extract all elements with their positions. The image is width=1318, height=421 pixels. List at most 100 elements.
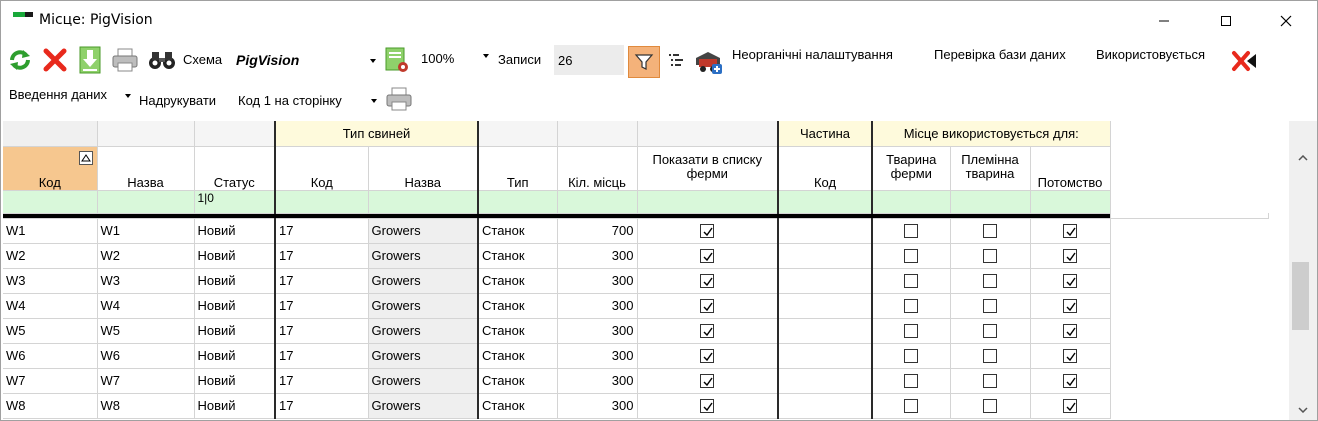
cell-pig-code[interactable]: 17	[274, 293, 369, 319]
checkbox-offspring[interactable]	[1063, 374, 1077, 389]
filter-cell[interactable]	[274, 190, 369, 214]
checkbox-offspring-cell[interactable]	[1030, 293, 1111, 319]
checkbox-offspring-cell[interactable]	[1030, 218, 1111, 244]
checkbox-show-in-farm-list[interactable]	[700, 299, 715, 314]
checkbox-farm-animal[interactable]	[904, 324, 919, 339]
checkbox-breeding-animal[interactable]	[983, 399, 997, 414]
column-header-farm-animal[interactable]: Тварина ферми	[872, 146, 951, 191]
column-header-breeding-animal[interactable]: Племінна тварина	[950, 146, 1031, 191]
filter-cell[interactable]	[557, 190, 638, 214]
cell-type[interactable]: Станок	[478, 293, 558, 319]
checkbox-show-in-farm-list[interactable]	[700, 349, 715, 364]
cell-status[interactable]: Новий	[194, 318, 276, 344]
cell-part-code[interactable]	[778, 268, 873, 294]
cell-type[interactable]: Станок	[478, 268, 558, 294]
cell-part-code[interactable]	[778, 243, 873, 269]
checkbox-show-in-farm-list-cell[interactable]	[637, 368, 779, 394]
filter-cell[interactable]	[950, 190, 1031, 214]
filter-cell[interactable]	[872, 190, 951, 214]
checkbox-farm-animal[interactable]	[904, 274, 919, 289]
checkbox-breeding-animal-cell[interactable]	[950, 293, 1031, 319]
column-header-type[interactable]: Тип	[478, 146, 558, 191]
checkbox-farm-animal-cell[interactable]	[872, 243, 951, 269]
cell-code[interactable]: W8	[3, 393, 98, 419]
cell-places[interactable]: 700	[557, 218, 638, 244]
filter-cell[interactable]	[478, 190, 558, 214]
column-header-status[interactable]: Статус	[194, 146, 276, 191]
checkbox-breeding-animal[interactable]	[983, 349, 997, 364]
checkbox-offspring-cell[interactable]	[1030, 243, 1111, 269]
cell-code[interactable]: W1	[3, 218, 98, 244]
cell-places[interactable]: 300	[557, 393, 638, 419]
table-row[interactable]: W1 W1 Новий 17 Growers Станок 700	[3, 218, 1268, 244]
cell-code[interactable]: W7	[3, 368, 98, 394]
filter-cell[interactable]	[368, 190, 479, 214]
checkbox-farm-animal[interactable]	[904, 224, 919, 239]
database-icon[interactable]	[691, 46, 725, 78]
checkbox-farm-animal[interactable]	[904, 374, 919, 389]
table-row[interactable]: W6 W6 Новий 17 Growers Станок 300	[3, 343, 1268, 369]
cell-status[interactable]: Новий	[194, 293, 276, 319]
checkbox-show-in-farm-list-cell[interactable]	[637, 243, 779, 269]
checkbox-show-in-farm-list[interactable]	[700, 274, 715, 289]
filter-cell[interactable]	[637, 190, 779, 214]
scroll-up-icon[interactable]	[1289, 149, 1317, 166]
cell-pig-name[interactable]: Growers	[368, 268, 479, 294]
checkbox-breeding-animal[interactable]	[983, 324, 997, 339]
cell-code[interactable]: W3	[3, 268, 98, 294]
checkbox-farm-animal[interactable]	[904, 399, 919, 414]
checkbox-offspring-cell[interactable]	[1030, 368, 1111, 394]
column-header-pig-code[interactable]: Код	[274, 146, 369, 191]
filter-button[interactable]	[628, 46, 660, 78]
checkbox-farm-animal[interactable]	[904, 299, 919, 314]
close-button[interactable]	[1263, 1, 1309, 41]
checkbox-show-in-farm-list[interactable]	[700, 324, 715, 339]
checkbox-farm-animal-cell[interactable]	[872, 218, 951, 244]
cell-places[interactable]: 300	[557, 318, 638, 344]
cell-status[interactable]: Новий	[194, 393, 276, 419]
column-header-part-code[interactable]: Код	[778, 146, 873, 191]
refresh-icon[interactable]	[5, 44, 35, 76]
cell-pig-name[interactable]: Growers	[368, 293, 479, 319]
table-row[interactable]: W7 W7 Новий 17 Growers Станок 300	[3, 368, 1268, 394]
cell-type[interactable]: Станок	[478, 368, 558, 394]
vertical-scrollbar[interactable]	[1289, 121, 1317, 420]
checkbox-show-in-farm-list-cell[interactable]	[637, 343, 779, 369]
checkbox-show-in-farm-list-cell[interactable]	[637, 393, 779, 419]
checkbox-offspring[interactable]	[1063, 299, 1077, 314]
print-button[interactable]	[383, 83, 415, 115]
cell-part-code[interactable]	[778, 368, 873, 394]
cell-code[interactable]: W2	[3, 243, 98, 269]
table-row[interactable]: W4 W4 Новий 17 Growers Станок 300	[3, 293, 1268, 319]
cell-pig-code[interactable]: 17	[274, 393, 369, 419]
cell-type[interactable]: Станок	[478, 218, 558, 244]
cell-pig-code[interactable]: 17	[274, 268, 369, 294]
table-row[interactable]: W5 W5 Новий 17 Growers Станок 300	[3, 318, 1268, 344]
cell-pig-name[interactable]: Growers	[368, 368, 479, 394]
cell-pig-code[interactable]: 17	[274, 218, 369, 244]
filter-cell[interactable]	[1030, 190, 1111, 214]
table-row[interactable]: W8 W8 Новий 17 Growers Станок 300	[3, 393, 1268, 419]
cell-name[interactable]: W7	[97, 368, 195, 394]
cell-places[interactable]: 300	[557, 368, 638, 394]
checkbox-breeding-animal-cell[interactable]	[950, 343, 1031, 369]
inorganic-settings-button[interactable]: Неорганічні налаштування	[732, 47, 893, 62]
cell-type[interactable]: Станок	[478, 318, 558, 344]
column-header-name[interactable]: Назва	[97, 146, 195, 191]
cell-code[interactable]: W6	[3, 343, 98, 369]
cell-status[interactable]: Новий	[194, 343, 276, 369]
cell-part-code[interactable]	[778, 218, 873, 244]
filter-cell[interactable]	[778, 190, 873, 214]
column-header-code[interactable]: Код	[3, 146, 98, 191]
cell-places[interactable]: 300	[557, 268, 638, 294]
data-entry-menu[interactable]: Введення даних	[9, 87, 107, 102]
cell-pig-code[interactable]: 17	[274, 343, 369, 369]
cell-name[interactable]: W6	[97, 343, 195, 369]
checkbox-offspring-cell[interactable]	[1030, 343, 1111, 369]
checkbox-breeding-animal-cell[interactable]	[950, 368, 1031, 394]
checkbox-breeding-animal[interactable]	[983, 374, 997, 389]
cell-part-code[interactable]	[778, 343, 873, 369]
checkbox-offspring[interactable]	[1063, 349, 1077, 364]
checkbox-offspring[interactable]	[1063, 224, 1077, 239]
checkbox-breeding-animal[interactable]	[983, 224, 997, 239]
